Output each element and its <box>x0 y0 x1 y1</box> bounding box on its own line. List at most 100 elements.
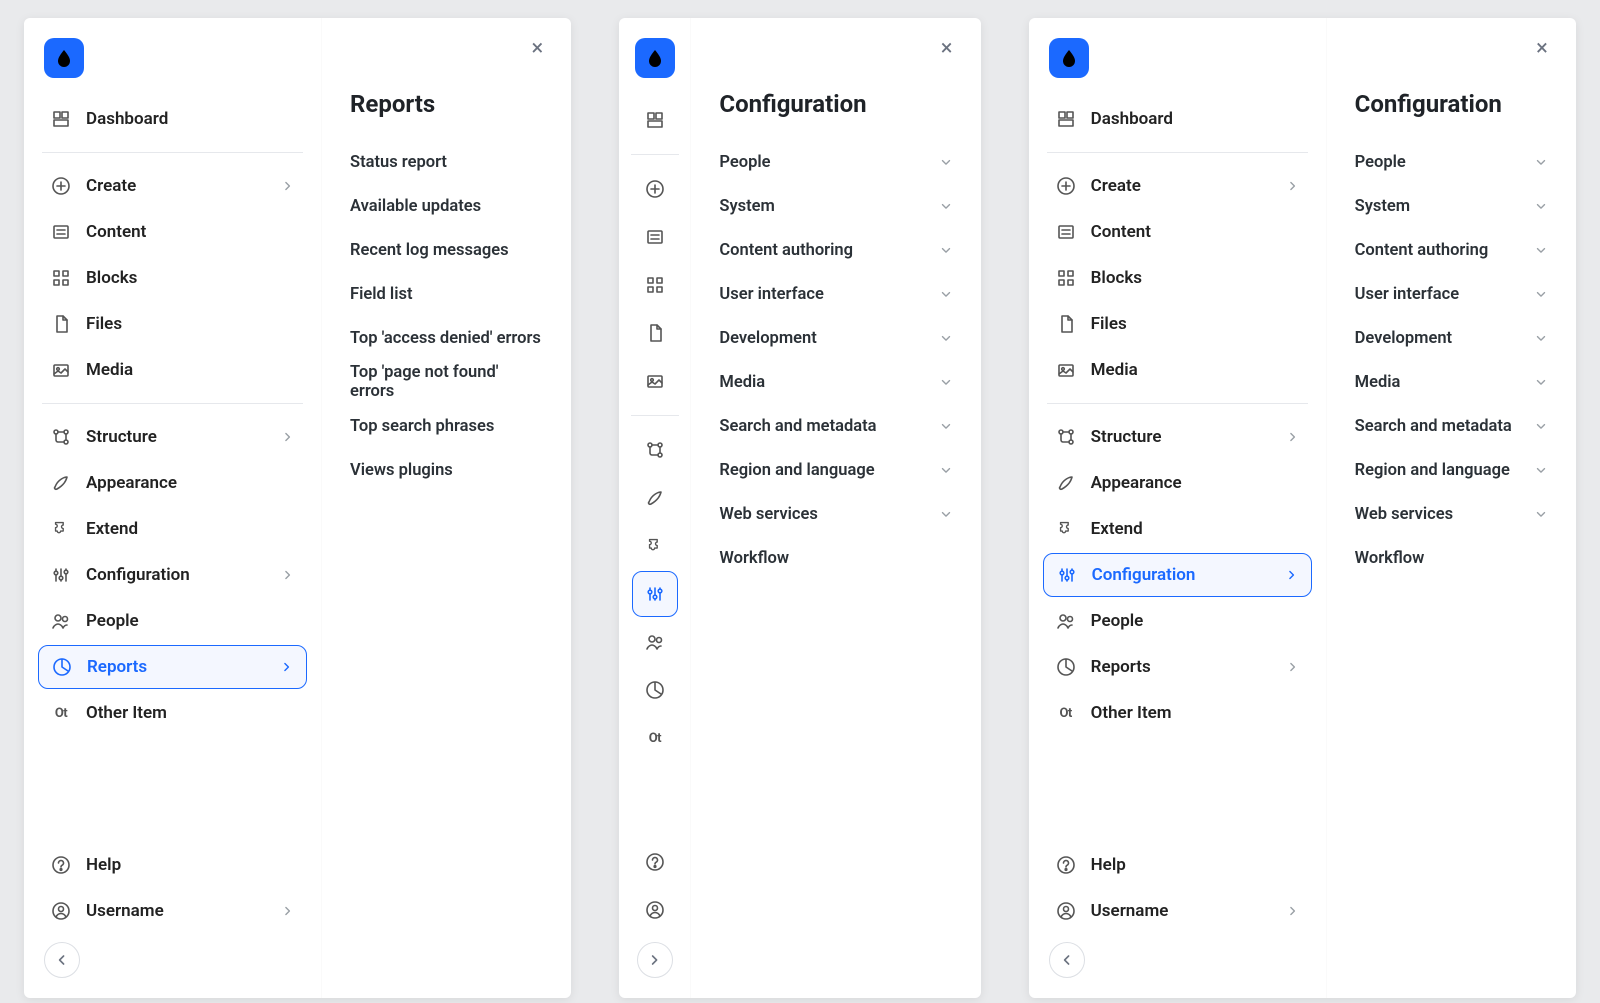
nav-blocks[interactable]: Blocks <box>38 256 307 300</box>
flyout-sub-item[interactable]: Available updates <box>350 184 543 228</box>
chevron-down-icon <box>939 463 953 477</box>
collapse-sidebar-button[interactable] <box>44 942 80 978</box>
chevron-left-icon <box>54 952 70 968</box>
brand-logo[interactable] <box>1049 38 1089 78</box>
expand-sidebar-button[interactable] <box>637 942 673 978</box>
collapse-sidebar-button[interactable] <box>1049 942 1085 978</box>
flyout-sub-item[interactable]: Recent log messages <box>350 228 543 272</box>
flyout-sub-item[interactable]: Top 'access denied' errors <box>350 316 543 360</box>
nav-create[interactable] <box>632 166 678 212</box>
flyout-sub-item[interactable]: System <box>1355 184 1548 228</box>
nav-extend[interactable]: Extend <box>1043 507 1312 551</box>
flyout-sub-item[interactable]: Media <box>1355 360 1548 404</box>
flyout-sub-item[interactable]: Content authoring <box>1355 228 1548 272</box>
nav-help[interactable]: Help <box>38 843 307 887</box>
flyout-sub-item[interactable]: Search and metadata <box>1355 404 1548 448</box>
nav-appearance[interactable]: Appearance <box>38 461 307 505</box>
flyout-sub-item[interactable]: Top search phrases <box>350 404 543 448</box>
nav-structure[interactable]: Structure <box>38 415 307 459</box>
flyout-sub-item[interactable]: Status report <box>350 140 543 184</box>
nav-help[interactable] <box>632 839 678 885</box>
nav-username[interactable]: Username <box>1043 889 1312 933</box>
nav-reports[interactable]: Reports <box>1043 645 1312 689</box>
flyout-sub-item[interactable]: Media <box>719 360 952 404</box>
nav-other-item[interactable]: Ot Other Item <box>1043 691 1312 735</box>
nav-media[interactable] <box>632 358 678 404</box>
flyout-sub-item[interactable]: Region and language <box>1355 448 1548 492</box>
flyout-sub-item[interactable]: Views plugins <box>350 448 543 492</box>
nav-dashboard[interactable]: Dashboard <box>1043 97 1312 141</box>
nav-people[interactable] <box>632 619 678 665</box>
flyout-sub-item[interactable]: Search and metadata <box>719 404 952 448</box>
nav-blocks[interactable] <box>632 262 678 308</box>
chevron-down-icon <box>1534 199 1548 213</box>
flyout-sub-item[interactable]: People <box>719 140 952 184</box>
nav-files[interactable] <box>632 310 678 356</box>
flyout-sub-item[interactable]: Development <box>719 316 952 360</box>
nav-label: Help <box>1091 855 1126 875</box>
nav-create[interactable]: Create <box>1043 164 1312 208</box>
brand-logo[interactable] <box>44 38 84 78</box>
nav-content[interactable] <box>632 214 678 260</box>
nav-people[interactable]: People <box>1043 599 1312 643</box>
nav-people[interactable]: People <box>38 599 307 643</box>
drop-icon <box>1059 48 1079 68</box>
nav-media[interactable]: Media <box>38 348 307 392</box>
dashboard-icon <box>1055 108 1077 130</box>
nav-dashboard[interactable] <box>632 97 678 143</box>
nav-extend[interactable] <box>632 523 678 569</box>
divider <box>1047 152 1308 153</box>
nav-help[interactable]: Help <box>1043 843 1312 887</box>
chevron-down-icon <box>939 243 953 257</box>
flyout-sub-item[interactable]: System <box>719 184 952 228</box>
files-icon <box>1055 313 1077 335</box>
flyout-sub-item[interactable]: Workflow <box>719 536 952 580</box>
flyout-sub-item[interactable]: User interface <box>1355 272 1548 316</box>
flyout-sub-item-label: Recent log messages <box>350 241 509 260</box>
flyout-sub-item-label: Field list <box>350 285 413 304</box>
flyout-sub-item[interactable]: Web services <box>1355 492 1548 536</box>
nav-content[interactable]: Content <box>1043 210 1312 254</box>
nav-dashboard[interactable]: Dashboard <box>38 97 307 141</box>
flyout-sub-item[interactable]: Workflow <box>1355 536 1548 580</box>
nav-reports[interactable] <box>632 667 678 713</box>
flyout-sub-item[interactable]: Web services <box>719 492 952 536</box>
sidebar-icon-only: Ot <box>619 18 691 998</box>
nav-configuration[interactable]: Configuration <box>1043 553 1312 597</box>
nav-content[interactable]: Content <box>38 210 307 254</box>
blocks-icon <box>50 267 72 289</box>
flyout-sub-item[interactable]: Content authoring <box>719 228 952 272</box>
flyout-sub-item[interactable]: People <box>1355 140 1548 184</box>
nav-media[interactable]: Media <box>1043 348 1312 392</box>
nav-appearance[interactable] <box>632 475 678 521</box>
nav-other-item[interactable]: Ot <box>632 715 678 761</box>
nav-configuration[interactable]: Configuration <box>38 553 307 597</box>
flyout-sub-item-label: Development <box>1355 329 1452 348</box>
brand-logo[interactable] <box>635 38 675 78</box>
close-button[interactable]: × <box>933 34 961 62</box>
close-button[interactable]: × <box>523 34 551 62</box>
nav-structure[interactable] <box>632 427 678 473</box>
nav-other-item[interactable]: Ot Other Item <box>38 691 307 735</box>
flyout-sub-item[interactable]: User interface <box>719 272 952 316</box>
content-icon <box>644 226 666 248</box>
nav-reports[interactable]: Reports <box>38 645 307 689</box>
flyout-sub-item[interactable]: Top 'page not found' errors <box>350 360 543 404</box>
flyout-sub-item[interactable]: Region and language <box>719 448 952 492</box>
nav-create[interactable]: Create <box>38 164 307 208</box>
nav-blocks[interactable]: Blocks <box>1043 256 1312 300</box>
divider <box>631 415 679 416</box>
close-button[interactable]: × <box>1528 34 1556 62</box>
nav-extend[interactable]: Extend <box>38 507 307 551</box>
flyout-sub-item-label: Region and language <box>719 461 874 480</box>
chevron-down-icon <box>939 375 953 389</box>
nav-structure[interactable]: Structure <box>1043 415 1312 459</box>
nav-files[interactable]: Files <box>1043 302 1312 346</box>
nav-appearance[interactable]: Appearance <box>1043 461 1312 505</box>
flyout-sub-item[interactable]: Field list <box>350 272 543 316</box>
nav-username[interactable] <box>632 887 678 933</box>
nav-files[interactable]: Files <box>38 302 307 346</box>
flyout-sub-item[interactable]: Development <box>1355 316 1548 360</box>
nav-username[interactable]: Username <box>38 889 307 933</box>
nav-configuration[interactable] <box>632 571 678 617</box>
